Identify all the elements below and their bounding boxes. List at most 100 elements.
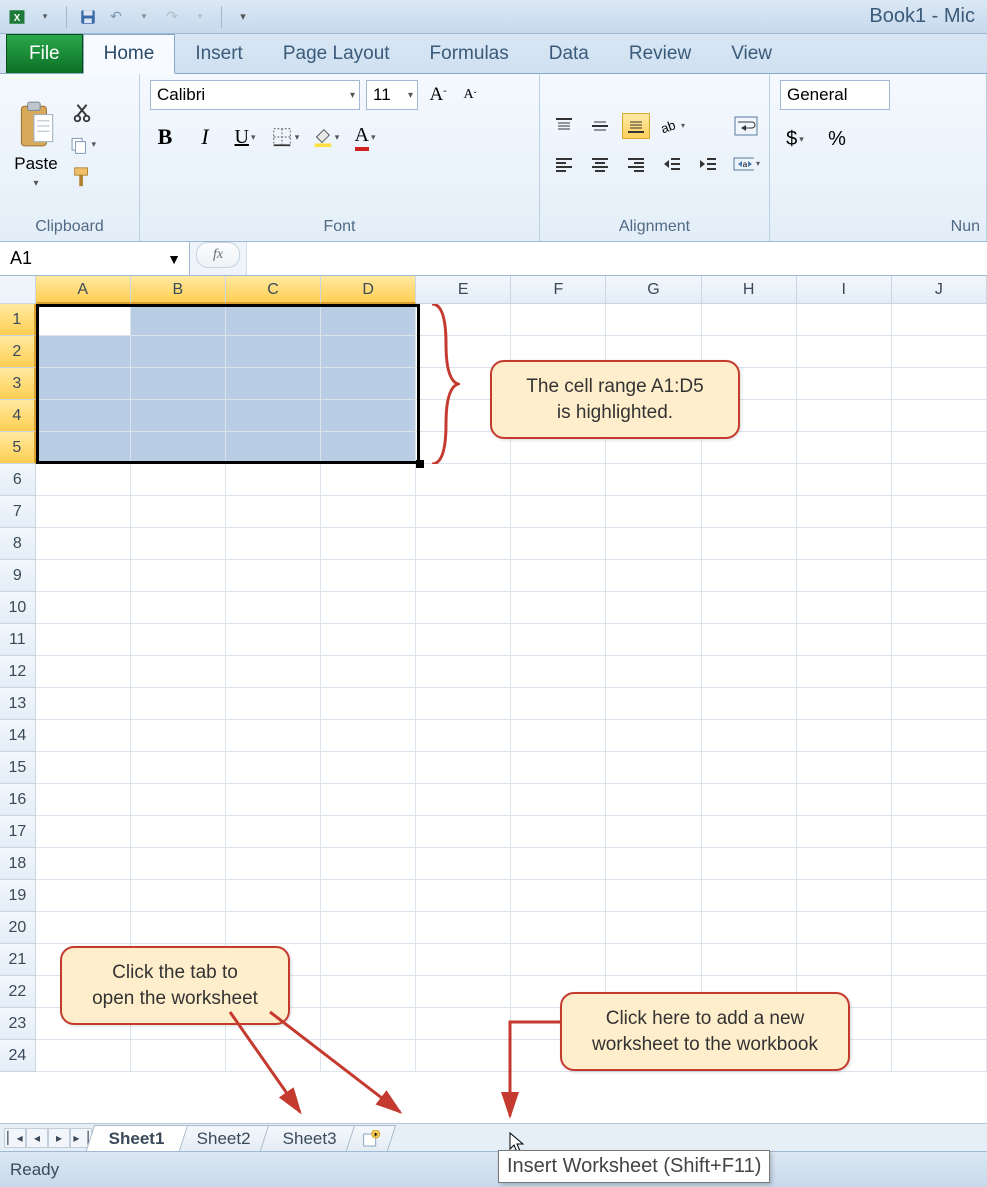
- bold-button[interactable]: B: [150, 122, 180, 152]
- cell[interactable]: [226, 656, 321, 688]
- merge-center-icon[interactable]: a▾: [732, 151, 760, 177]
- cell[interactable]: [416, 592, 511, 624]
- cell[interactable]: [131, 368, 226, 400]
- cell[interactable]: [321, 976, 416, 1008]
- cell[interactable]: [511, 528, 606, 560]
- cell[interactable]: [892, 784, 987, 816]
- row-header[interactable]: 20: [0, 912, 36, 944]
- column-header[interactable]: F: [511, 276, 606, 304]
- cell[interactable]: [226, 304, 321, 336]
- cell[interactable]: [702, 816, 797, 848]
- cell[interactable]: [416, 464, 511, 496]
- cell[interactable]: [226, 432, 321, 464]
- font-name-combo[interactable]: Calibri▾: [150, 80, 360, 110]
- cell[interactable]: [36, 816, 131, 848]
- insert-worksheet-button[interactable]: ✶: [345, 1125, 395, 1151]
- cell[interactable]: [606, 688, 701, 720]
- column-header[interactable]: A: [36, 276, 131, 304]
- cell[interactable]: [321, 592, 416, 624]
- cell[interactable]: [892, 656, 987, 688]
- cell[interactable]: [892, 304, 987, 336]
- cell[interactable]: [797, 880, 892, 912]
- cell[interactable]: [702, 880, 797, 912]
- cell[interactable]: [416, 880, 511, 912]
- cell[interactable]: [321, 1040, 416, 1072]
- cell[interactable]: [131, 784, 226, 816]
- cell[interactable]: [226, 336, 321, 368]
- cell[interactable]: [226, 720, 321, 752]
- cell[interactable]: [131, 496, 226, 528]
- tab-home[interactable]: Home: [83, 34, 176, 74]
- fill-handle[interactable]: [416, 460, 424, 468]
- cell[interactable]: [511, 496, 606, 528]
- cell[interactable]: [892, 560, 987, 592]
- cell[interactable]: [797, 336, 892, 368]
- cell[interactable]: [36, 720, 131, 752]
- cell[interactable]: [416, 496, 511, 528]
- tab-data[interactable]: Data: [529, 35, 609, 73]
- select-all-corner[interactable]: [0, 276, 36, 304]
- cell[interactable]: [892, 720, 987, 752]
- cell[interactable]: [892, 496, 987, 528]
- row-header[interactable]: 19: [0, 880, 36, 912]
- align-right-icon[interactable]: [622, 151, 650, 177]
- tab-review[interactable]: Review: [609, 35, 711, 73]
- row-header[interactable]: 6: [0, 464, 36, 496]
- cell[interactable]: [511, 624, 606, 656]
- column-header[interactable]: D: [321, 276, 416, 304]
- sheet-tab-2[interactable]: Sheet2: [174, 1125, 274, 1151]
- cell[interactable]: [892, 912, 987, 944]
- borders-icon[interactable]: ▾: [270, 122, 300, 152]
- cell[interactable]: [511, 880, 606, 912]
- cell[interactable]: [797, 304, 892, 336]
- fx-insert-function-icon[interactable]: fx: [196, 242, 240, 268]
- row-header[interactable]: 22: [0, 976, 36, 1008]
- save-icon[interactable]: [77, 6, 99, 28]
- cell[interactable]: [702, 592, 797, 624]
- tab-insert[interactable]: Insert: [175, 35, 263, 73]
- cell[interactable]: [36, 336, 131, 368]
- cell[interactable]: [416, 560, 511, 592]
- cell[interactable]: [702, 528, 797, 560]
- cell[interactable]: [36, 624, 131, 656]
- cell[interactable]: [702, 784, 797, 816]
- cell[interactable]: [416, 1040, 511, 1072]
- cell[interactable]: [226, 464, 321, 496]
- cell[interactable]: [131, 400, 226, 432]
- prev-sheet-icon[interactable]: ◂: [26, 1128, 48, 1148]
- cell[interactable]: [892, 464, 987, 496]
- cell[interactable]: [797, 624, 892, 656]
- row-header[interactable]: 23: [0, 1008, 36, 1040]
- cell[interactable]: [511, 944, 606, 976]
- cell[interactable]: [416, 688, 511, 720]
- cut-icon[interactable]: [68, 101, 96, 125]
- cell[interactable]: [321, 464, 416, 496]
- cell[interactable]: [702, 912, 797, 944]
- cell[interactable]: [226, 848, 321, 880]
- percent-style-icon[interactable]: %: [822, 124, 852, 154]
- underline-button[interactable]: U▾: [230, 122, 260, 152]
- align-bottom-icon[interactable]: [622, 113, 650, 139]
- cell[interactable]: [416, 944, 511, 976]
- cell[interactable]: [606, 912, 701, 944]
- row-header[interactable]: 3: [0, 368, 36, 400]
- column-header[interactable]: I: [797, 276, 892, 304]
- cell[interactable]: [321, 944, 416, 976]
- cell[interactable]: [321, 624, 416, 656]
- formula-input[interactable]: [246, 242, 987, 275]
- undo-dropdown-icon[interactable]: ▾: [133, 6, 155, 28]
- cell[interactable]: [131, 880, 226, 912]
- cell[interactable]: [797, 784, 892, 816]
- cell[interactable]: [416, 752, 511, 784]
- cell[interactable]: [321, 368, 416, 400]
- cell[interactable]: [702, 688, 797, 720]
- excel-app-icon[interactable]: X: [6, 6, 28, 28]
- file-tab[interactable]: File: [6, 34, 83, 73]
- column-header[interactable]: E: [416, 276, 511, 304]
- cell[interactable]: [131, 720, 226, 752]
- row-header[interactable]: 10: [0, 592, 36, 624]
- sheet-tab-1[interactable]: Sheet1: [86, 1125, 188, 1151]
- cell[interactable]: [226, 688, 321, 720]
- cell[interactable]: [226, 912, 321, 944]
- cell[interactable]: [892, 624, 987, 656]
